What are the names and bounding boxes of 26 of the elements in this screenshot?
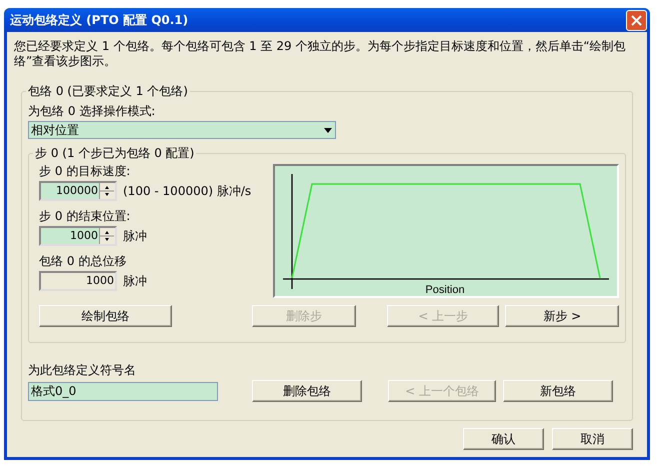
field-label: 步 0 的结束位置: — [39, 209, 132, 223]
readonly-field: 1000 — [39, 271, 117, 291]
window-title: 运动包络定义 (PTO 配置 Q0.1) — [10, 12, 188, 28]
group-legend: 步 0 (1 个步已为包络 0 配置) — [33, 146, 196, 160]
profile-button[interactable]: 删除包络 — [252, 380, 362, 402]
spin-box[interactable]: 100000 — [39, 181, 117, 201]
group-legend: 包络 0 (已要求定义 1 个包络) — [26, 84, 190, 98]
unit-label: (100 - 100000) 脉冲/s — [123, 182, 252, 200]
intro-text: 您已经要求定义 1 个包络。每个包络可包含 1 至 29 个独立的步。为每个步指定目标速度和位置，然后单击“绘制包络”查看该步图示。 — [14, 39, 627, 69]
name-input[interactable]: 格式0_0 — [28, 382, 218, 400]
dialog-button[interactable]: 确认 — [463, 428, 544, 450]
axis-label: Position — [425, 284, 465, 296]
field-label: 包络 0 的总位移 — [39, 254, 128, 268]
step-button[interactable]: 新步 > — [505, 305, 619, 327]
unit-label: 脉冲 — [123, 228, 147, 244]
mode-label: 为包络 0 选择操作模式: — [28, 104, 156, 118]
close-button[interactable] — [626, 10, 647, 30]
name-label: 为此包络定义符号名 — [28, 363, 137, 377]
field-label: 步 0 的目标速度: — [39, 164, 132, 178]
dialog-button[interactable]: 取消 — [552, 428, 633, 450]
close-icon — [631, 14, 642, 26]
mode-dropdown[interactable]: 相对位置 — [28, 121, 336, 139]
unit-label: 脉冲 — [123, 272, 147, 290]
profile-button[interactable]: 新包络 — [503, 380, 613, 402]
step-button[interactable]: 绘制包络 — [39, 305, 172, 327]
spin-box[interactable]: 1000 — [39, 226, 117, 246]
